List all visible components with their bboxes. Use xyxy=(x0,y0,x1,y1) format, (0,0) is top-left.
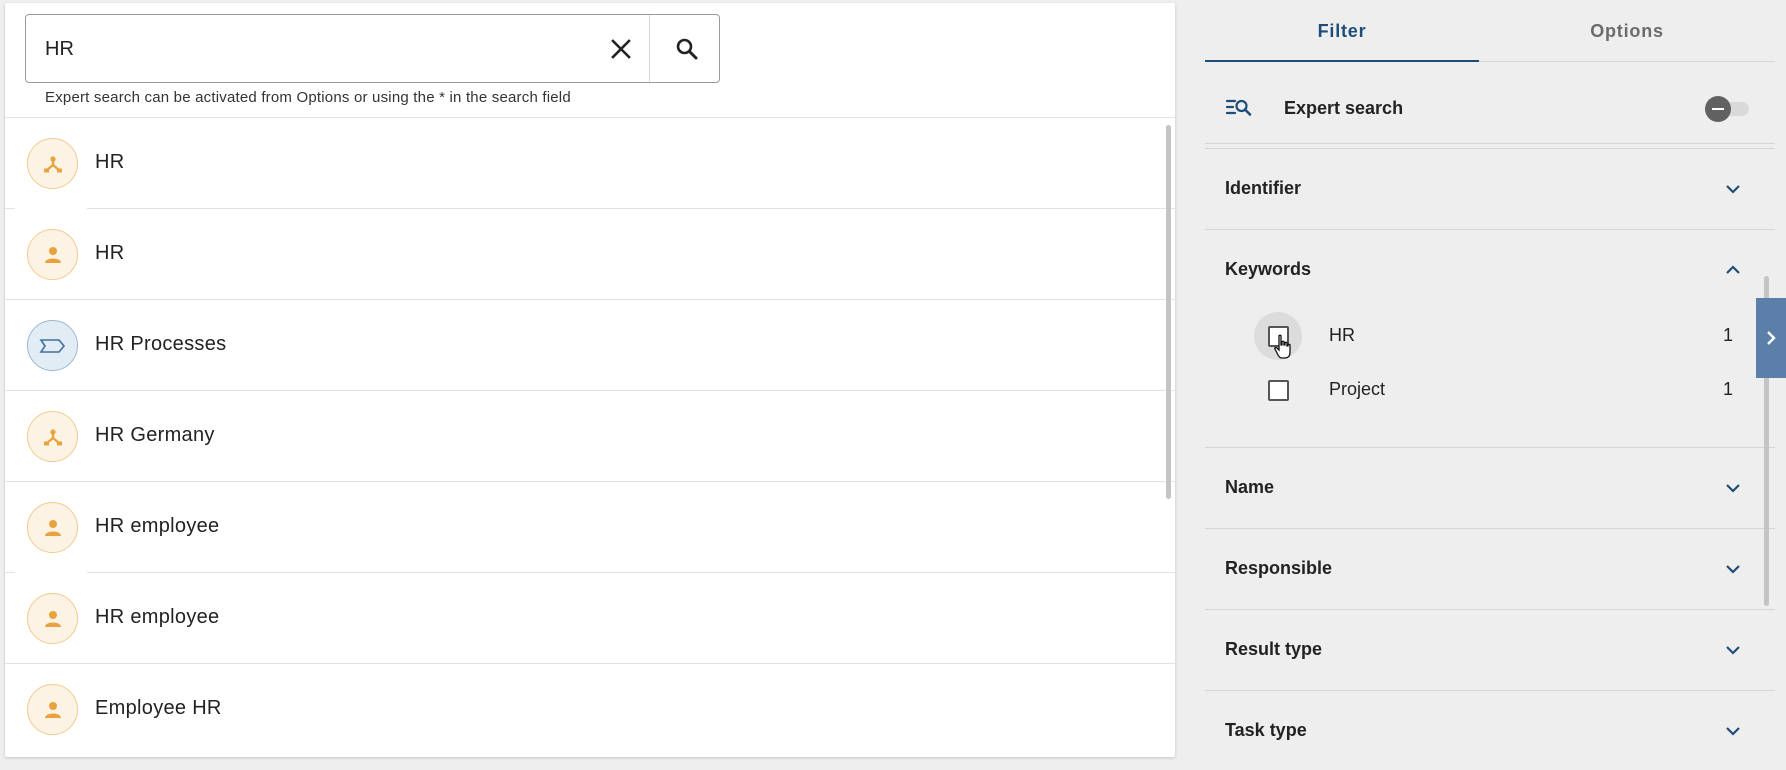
results-scrollbar[interactable] xyxy=(1166,125,1171,499)
section-task-type[interactable]: Task type xyxy=(1205,691,1775,770)
section-keywords[interactable]: Keywords xyxy=(1205,230,1775,310)
active-tab-indicator xyxy=(1205,60,1479,62)
result-label: HR Germany xyxy=(95,424,215,446)
chevron-right-icon xyxy=(1767,331,1776,345)
close-icon xyxy=(611,39,631,59)
chevron-down-icon xyxy=(1726,646,1740,655)
keyword-count: 1 xyxy=(1722,379,1733,399)
search-hint: Expert search can be activated from Opti… xyxy=(45,89,571,106)
search-input[interactable]: HR xyxy=(45,38,74,61)
keyword-item: Project 1 xyxy=(1205,365,1775,415)
chevron-down-icon xyxy=(1726,185,1740,194)
keyword-label: HR xyxy=(1329,325,1355,345)
expert-search-toggle[interactable] xyxy=(1705,96,1753,122)
section-title: Identifier xyxy=(1225,178,1302,198)
section-title: Responsible xyxy=(1225,558,1333,578)
chevron-up-icon xyxy=(1726,265,1740,274)
tab-options[interactable]: Options xyxy=(1479,0,1775,62)
search-button[interactable] xyxy=(666,28,708,70)
section-name[interactable]: Name xyxy=(1205,448,1775,528)
org-unit-icon xyxy=(27,411,78,462)
result-item[interactable]: HR xyxy=(5,208,1175,299)
chevron-down-icon xyxy=(1726,727,1740,736)
clear-search-button[interactable] xyxy=(601,29,641,69)
org-unit-icon xyxy=(27,138,78,189)
expert-search-row: Expert search xyxy=(1205,74,1775,144)
search-icon xyxy=(676,38,698,60)
hand-cursor-icon xyxy=(1274,334,1291,359)
result-label: HR employee xyxy=(95,515,220,537)
process-icon xyxy=(27,320,78,371)
result-label: Employee HR xyxy=(95,697,222,719)
section-title: Keywords xyxy=(1225,259,1312,279)
result-label: HR xyxy=(95,151,125,173)
section-responsible[interactable]: Responsible xyxy=(1205,529,1775,609)
section-title: Name xyxy=(1225,477,1275,497)
search-divider xyxy=(649,15,650,82)
results-list: HR HR HR Processes HR Germany HR employe… xyxy=(5,117,1175,754)
keyword-count: 1 xyxy=(1722,325,1733,345)
result-item[interactable]: HR employee xyxy=(5,481,1175,572)
keyword-checkbox[interactable] xyxy=(1254,366,1302,414)
result-item[interactable]: HR employee xyxy=(5,572,1175,663)
keyword-label: Project xyxy=(1329,379,1386,399)
chevron-down-icon xyxy=(1726,484,1740,493)
result-label: HR xyxy=(95,242,125,264)
person-icon xyxy=(27,593,78,644)
person-icon xyxy=(27,502,78,553)
person-icon xyxy=(27,229,78,280)
toggle-knob xyxy=(1705,96,1731,122)
result-item[interactable]: HR Germany xyxy=(5,390,1175,481)
result-item[interactable]: Employee HR xyxy=(5,663,1175,754)
tab-filter[interactable]: Filter xyxy=(1205,0,1479,62)
section-title: Task type xyxy=(1225,720,1307,740)
side-panel-toggle[interactable] xyxy=(1756,298,1786,378)
result-label: HR employee xyxy=(95,606,220,628)
search-box[interactable]: HR xyxy=(25,14,720,83)
result-item[interactable]: HR Processes xyxy=(5,299,1175,390)
result-item[interactable]: HR xyxy=(5,117,1175,208)
expert-search-icon xyxy=(1225,99,1252,116)
results-panel: HR Expert search can be activated from O… xyxy=(5,3,1175,757)
filter-tabs: Filter Options xyxy=(1205,0,1775,62)
result-label: HR Processes xyxy=(95,333,227,355)
section-identifier[interactable]: Identifier xyxy=(1205,149,1775,229)
expert-search-label: Expert search xyxy=(1284,98,1404,118)
section-result-type[interactable]: Result type xyxy=(1205,610,1775,690)
section-title: Result type xyxy=(1225,639,1323,659)
filter-panel: Filter Options Expert search Identifier … xyxy=(1205,0,1786,770)
chevron-down-icon xyxy=(1726,565,1740,574)
person-icon xyxy=(27,684,78,735)
